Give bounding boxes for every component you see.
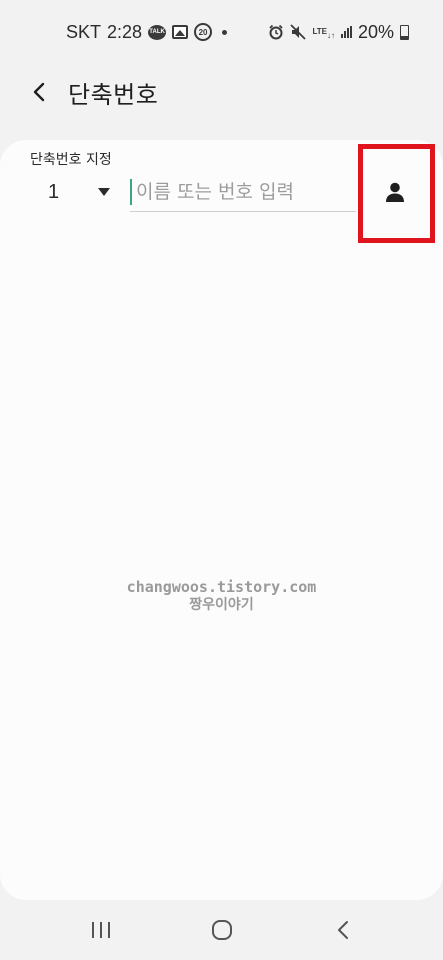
app-header: 단축번호 (0, 64, 443, 120)
alarm-icon (268, 24, 284, 40)
home-button[interactable] (194, 902, 250, 958)
carrier-text: SKT (66, 21, 102, 42)
page-title: 단축번호 (68, 80, 159, 109)
network-type-text: LTE (312, 27, 327, 36)
nav-back-button[interactable] (315, 902, 371, 958)
speed-dial-number-value: 1 (48, 180, 60, 203)
back-icon (337, 921, 348, 939)
more-notifications-dot-icon (222, 29, 228, 35)
speed-dial-card: 단축번호 지정 1 changwoos.tistory.com 짱우이야기 (0, 140, 443, 900)
status-left: SKT 2:28 TALK 20 (66, 21, 228, 43)
text-cursor (130, 178, 132, 205)
signal-icon (340, 26, 352, 38)
mute-icon (290, 24, 307, 40)
name-input-container[interactable] (130, 172, 356, 212)
home-icon (211, 920, 232, 940)
speed-badge-icon: 20 (194, 23, 213, 41)
watermark-blog-name: 짱우이야기 (189, 597, 254, 613)
recents-button[interactable] (73, 902, 129, 958)
watermark-url: changwoos.tistory.com (126, 578, 317, 596)
status-bar: SKT 2:28 TALK 20 LTE ↓↑ 20% (0, 0, 443, 64)
lte-icon: LTE ↓↑ (312, 27, 335, 40)
caret-down-icon (98, 188, 110, 196)
screen: SKT 2:28 TALK 20 LTE ↓↑ 20% 단축번호 단축번호 지정… (0, 0, 443, 960)
status-right: LTE ↓↑ 20% (268, 22, 409, 43)
gallery-notification-icon (172, 25, 189, 39)
battery-percent-text: 20% (357, 21, 394, 42)
back-button[interactable] (20, 72, 60, 112)
assign-label: 단축번호 지정 (30, 152, 112, 168)
watermark: changwoos.tistory.com 짱우이야기 (0, 578, 443, 614)
chevron-left-icon (33, 82, 45, 102)
battery-icon (400, 24, 409, 40)
signal-bar (340, 34, 343, 38)
signal-bar (346, 28, 349, 38)
highlight-annotation-box (358, 144, 435, 243)
recents-icon (91, 922, 110, 938)
chat-notification-icon: TALK (148, 24, 167, 40)
clock-text: 2:28 (107, 21, 143, 42)
speed-dial-number-dropdown[interactable]: 1 (40, 176, 120, 208)
navigation-bar (0, 900, 443, 960)
name-or-number-input[interactable] (136, 180, 354, 203)
signal-bar (349, 26, 352, 38)
signal-bar (343, 31, 346, 38)
